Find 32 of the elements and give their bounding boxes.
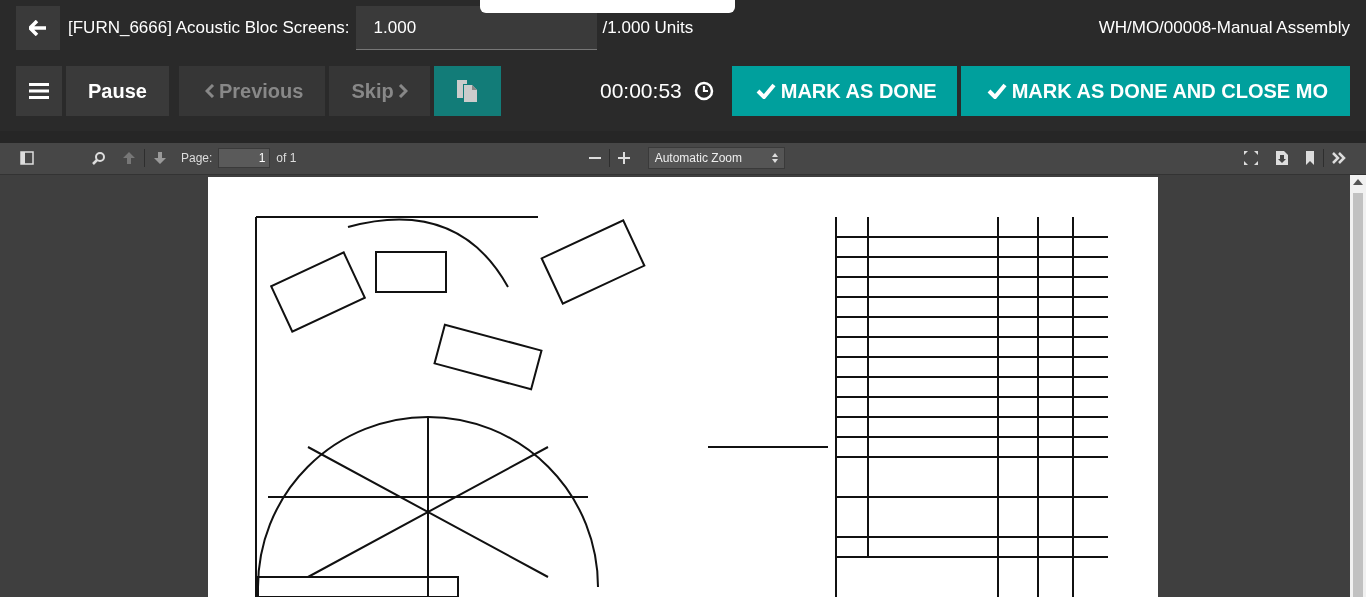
sidebar-toggle-icon[interactable] [20, 151, 34, 166]
fullscreen-icon[interactable] [1243, 150, 1259, 167]
page-count: of 1 [276, 151, 297, 166]
documents-icon [456, 79, 479, 103]
quantity-total: /1.000 Units [602, 18, 694, 38]
zoom-in-icon[interactable] [617, 152, 630, 165]
clock-icon [693, 81, 714, 101]
quantity-input[interactable]: 1.000 [355, 6, 597, 50]
select-arrows-icon [772, 153, 778, 164]
pause-button[interactable]: Pause [66, 66, 169, 116]
timer-text: 00:00:53 [600, 79, 682, 103]
double-chevron-icon[interactable] [1332, 152, 1346, 165]
chevron-right-icon [397, 84, 408, 98]
bookmark-icon[interactable] [1305, 150, 1315, 167]
page-number-input[interactable]: 1 [218, 148, 271, 169]
scrollbar[interactable] [1350, 175, 1366, 597]
product-label: [FURN_6666] Acoustic Bloc Screens: [68, 18, 350, 38]
menu-button[interactable] [16, 66, 62, 116]
back-arrow-icon [29, 20, 47, 36]
checkmark-icon [986, 83, 1007, 99]
download-icon[interactable] [1275, 150, 1289, 167]
order-reference: WH/MO/00008-Manual Assembly [1098, 18, 1350, 38]
search-icon[interactable] [92, 151, 106, 166]
chevron-left-icon [204, 84, 215, 98]
down-arrow-icon[interactable] [153, 151, 167, 166]
scroll-up-icon[interactable] [1353, 179, 1363, 185]
back-button[interactable] [16, 6, 60, 50]
menu-icon [29, 83, 49, 99]
zoom-select[interactable]: Automatic Zoom [647, 147, 785, 170]
documents-button[interactable] [433, 66, 501, 116]
page-label: Page: [181, 151, 213, 166]
checkmark-icon [755, 83, 776, 99]
